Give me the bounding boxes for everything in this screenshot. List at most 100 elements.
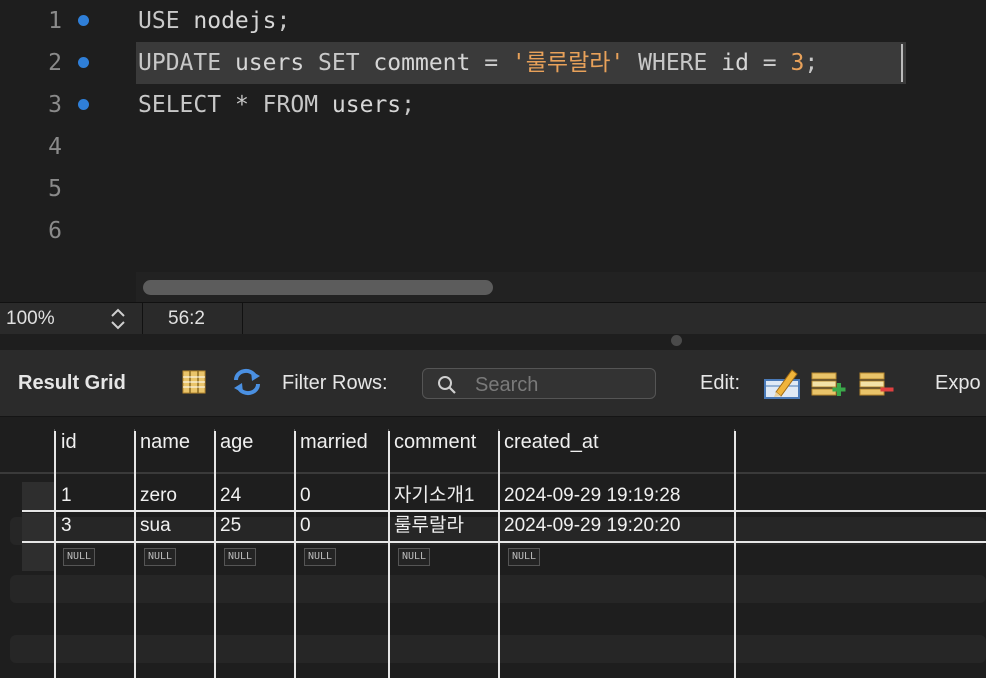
scrollbar-thumb[interactable] — [143, 280, 493, 295]
code-token: FROM — [262, 92, 319, 118]
splitter-handle-icon[interactable] — [671, 335, 682, 346]
column-line — [134, 431, 136, 678]
column-header-name[interactable]: name — [140, 431, 190, 454]
edit-cell-icon — [764, 369, 800, 399]
sql-editor[interactable]: 1 2 3 4 5 6 USE nodejs; UPDATE users SET… — [0, 0, 986, 302]
column-line — [294, 431, 296, 678]
line-number: 5 — [48, 176, 62, 202]
table-cell[interactable]: 25 — [220, 512, 241, 540]
code-token: SET — [318, 50, 360, 76]
statement-marker-icon — [78, 57, 89, 68]
statement-marker-icon — [78, 15, 89, 26]
result-grid[interactable]: id name age married comment created_at 1… — [0, 417, 986, 678]
grid-view-button[interactable] — [181, 369, 207, 395]
edit-label: Edit: — [700, 372, 741, 394]
code-token: users — [318, 92, 402, 118]
zoom-stepper-icon[interactable] — [108, 307, 128, 331]
filter-rows-label: Filter Rows: — [282, 372, 388, 394]
code-token: WHERE — [638, 50, 708, 76]
search-input[interactable] — [473, 372, 652, 398]
row-separator — [22, 541, 986, 543]
code-token: ; — [276, 8, 291, 34]
export-button[interactable]: Expo — [935, 372, 981, 395]
add-row-icon — [811, 372, 846, 396]
code-token: nodejs — [179, 8, 277, 34]
refresh-button[interactable] — [231, 368, 263, 396]
row-selector[interactable] — [22, 482, 54, 510]
code-token: ; — [401, 92, 416, 118]
table-cell[interactable]: sua — [140, 512, 171, 540]
code-token: * — [234, 92, 249, 118]
result-grid-tab[interactable]: Result Grid — [18, 372, 126, 395]
code-line-2[interactable]: UPDATE users SET comment = '룰루랄라' WHERE … — [138, 42, 818, 84]
code-token: '룰루랄라' — [511, 50, 625, 76]
delete-row-icon — [859, 372, 894, 396]
table-cell[interactable]: 0 — [300, 512, 311, 540]
code-token: = — [484, 50, 499, 76]
column-line — [54, 431, 56, 678]
column-line — [498, 431, 500, 678]
grid-header: id name age married comment created_at — [0, 417, 986, 474]
grid-view-icon — [182, 370, 206, 394]
row-selector[interactable] — [22, 513, 54, 541]
column-header-id[interactable]: id — [61, 431, 77, 454]
code-token: users — [221, 50, 319, 76]
table-cell[interactable]: 2024-09-29 19:20:20 — [504, 512, 680, 540]
table-cell[interactable]: 자기소개1 — [394, 482, 475, 510]
null-badge[interactable]: NULL — [224, 548, 257, 566]
line-number: 3 — [48, 92, 62, 118]
table-cell[interactable]: 24 — [220, 482, 241, 510]
null-badge[interactable]: NULL — [398, 548, 431, 566]
table-cell[interactable]: zero — [140, 482, 177, 510]
code-token: ; — [804, 50, 819, 76]
code-line-3[interactable]: SELECT * FROM users; — [138, 84, 415, 126]
table-cell[interactable]: 룰루랄라 — [394, 512, 464, 540]
edit-cell-button[interactable] — [764, 366, 800, 400]
code-token: SELECT — [138, 92, 222, 118]
line-number: 1 — [48, 8, 62, 34]
table-cell[interactable]: 0 — [300, 482, 311, 510]
line-number: 2 — [48, 50, 62, 76]
divider — [242, 303, 243, 335]
column-header-married[interactable]: married — [300, 431, 368, 454]
result-toolbar: Result Grid Filter Rows: Edit: — [0, 350, 986, 417]
table-cell[interactable]: 2024-09-29 19:19:28 — [504, 482, 680, 510]
divider — [142, 303, 143, 335]
panel-splitter[interactable] — [0, 334, 986, 350]
column-line — [734, 431, 736, 678]
code-token: = — [762, 50, 777, 76]
line-number: 6 — [48, 218, 62, 244]
null-badge[interactable]: NULL — [63, 548, 96, 566]
table-cell[interactable]: 3 — [61, 512, 72, 540]
search-icon — [438, 376, 456, 394]
statement-marker-icon — [78, 99, 89, 110]
code-token: comment — [359, 50, 485, 76]
zoom-level[interactable]: 100% — [6, 303, 55, 334]
code-line-1[interactable]: USE nodejs; — [138, 0, 290, 42]
add-row-button[interactable] — [811, 370, 847, 398]
code-token: 3 — [790, 50, 805, 76]
null-badge[interactable]: NULL — [144, 548, 177, 566]
column-line — [214, 431, 216, 678]
column-header-created-at[interactable]: created_at — [504, 431, 599, 454]
text-caret — [901, 44, 903, 82]
filter-search-box[interactable] — [422, 368, 656, 399]
row-selector[interactable] — [22, 543, 54, 571]
column-header-age[interactable]: age — [220, 431, 253, 454]
column-line — [388, 431, 390, 678]
cursor-position: 56:2 — [168, 308, 205, 329]
code-token: id — [707, 50, 763, 76]
code-token: USE — [138, 8, 180, 34]
column-header-comment[interactable]: comment — [394, 431, 476, 454]
editor-status-bar: 100% 56:2 — [0, 302, 986, 335]
code-token: UPDATE — [138, 50, 222, 76]
table-cell[interactable]: 1 — [61, 482, 72, 510]
null-badge[interactable]: NULL — [508, 548, 541, 566]
null-badge[interactable]: NULL — [304, 548, 337, 566]
delete-row-button[interactable] — [859, 370, 895, 398]
line-number: 4 — [48, 134, 62, 160]
